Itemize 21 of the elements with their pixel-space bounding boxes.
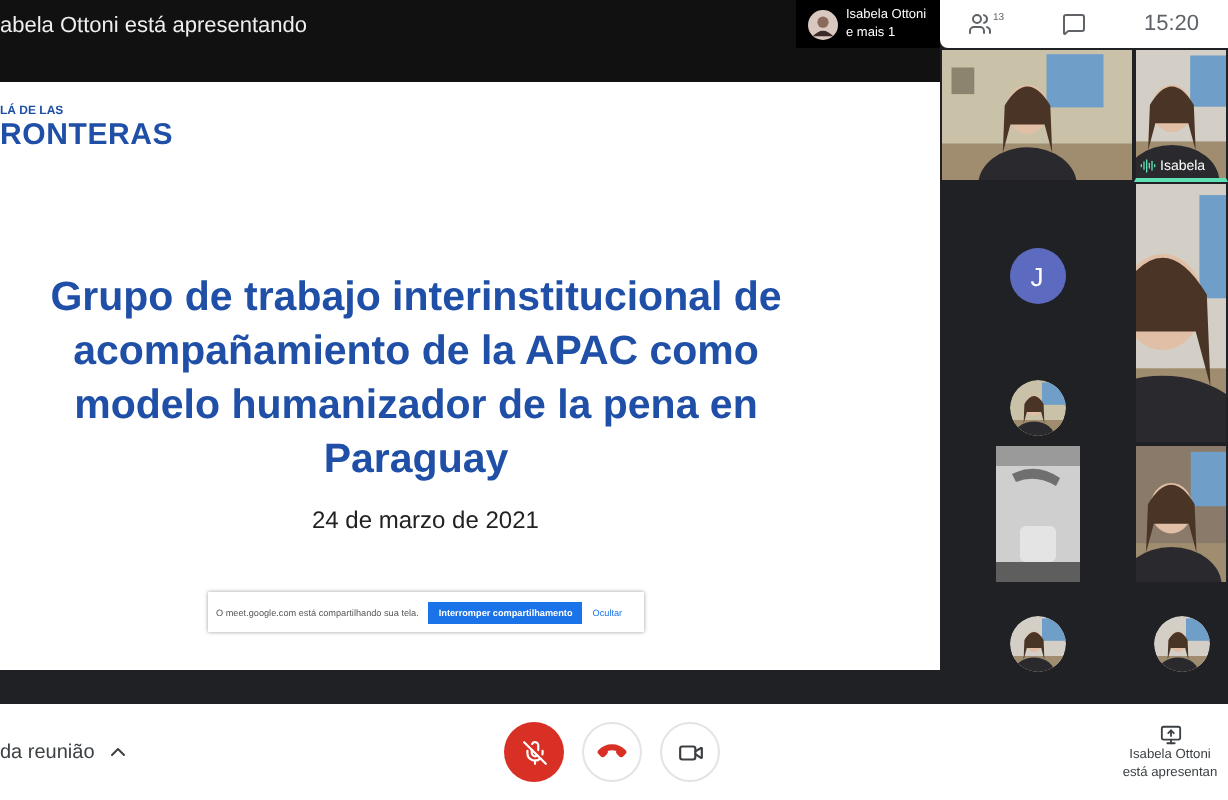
logo-wordmark: RONTERAS (0, 120, 176, 150)
slide-title-line: Paraguay (323, 434, 509, 486)
participant-avatar: J (1009, 248, 1065, 304)
chat-button[interactable] (1062, 12, 1087, 36)
avatar-icon (808, 9, 838, 39)
audio-level-icon (1140, 158, 1156, 174)
hang-up-button[interactable] (582, 722, 642, 782)
clock-time: 15:20 (1143, 12, 1200, 36)
chat-icon (1062, 12, 1087, 36)
slide-title-line: modelo humanizador de la pena en (74, 380, 758, 432)
slide-title-line: acompañamiento de la APAC como (73, 326, 759, 378)
people-icon (968, 12, 993, 36)
microphone-off-icon (521, 739, 547, 765)
present-screen-icon (1159, 723, 1181, 745)
camera-icon (677, 739, 703, 765)
meeting-details-button[interactable]: da reunião (0, 740, 131, 764)
slide-title-line: Grupo de trabajo interinstitucional de (50, 272, 782, 324)
camera-button[interactable] (660, 722, 720, 782)
presenting-status: abela Ottoni está apresentando (0, 14, 308, 38)
microphone-button[interactable] (504, 722, 564, 782)
slide-date: 24 de marzo de 2021 (312, 506, 539, 534)
